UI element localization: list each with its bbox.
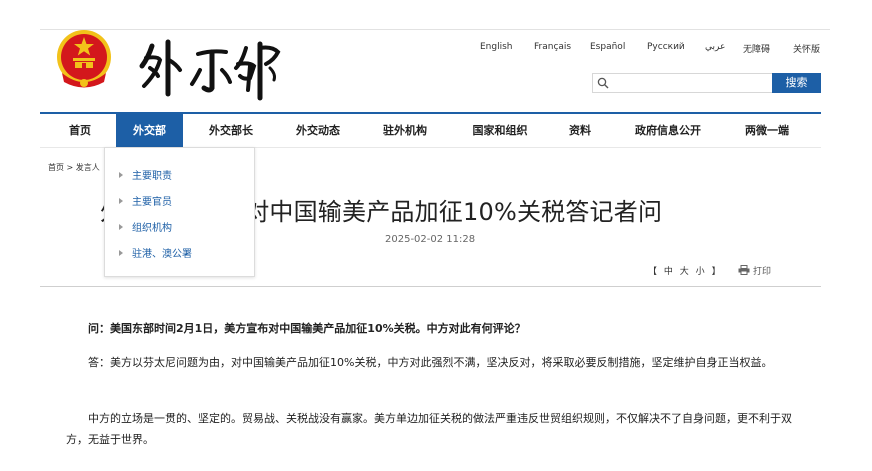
nav-item-ministry[interactable]: 外交部 bbox=[116, 114, 183, 147]
triangle-right-icon bbox=[119, 172, 123, 178]
font-size-medium-button[interactable]: 中 bbox=[664, 267, 673, 277]
nav-item-missions-abroad[interactable]: 驻外机构 bbox=[372, 114, 438, 147]
article-answer: 答：美方以芬太尼问题为由，对中国输美产品加征10%关税，中方对此强烈不满，坚决反… bbox=[88, 356, 773, 369]
breadcrumb-current-link[interactable]: 发言人 bbox=[76, 163, 100, 172]
nav-item-home[interactable]: 首页 bbox=[54, 114, 106, 147]
ministry-dropdown-menu: 主要职责 主要官员 组织机构 驻港、澳公署 bbox=[104, 147, 255, 277]
lang-french-link[interactable]: Français bbox=[534, 42, 571, 52]
lang-spanish-link[interactable]: Español bbox=[590, 42, 625, 52]
nav-item-diplomatic-news[interactable]: 外交动态 bbox=[285, 114, 351, 147]
font-size-small-button[interactable]: 小 bbox=[696, 267, 705, 277]
triangle-right-icon bbox=[119, 198, 123, 204]
search-button[interactable]: 搜索 bbox=[772, 73, 821, 93]
font-size-large-button[interactable]: 大 bbox=[680, 267, 689, 277]
breadcrumb-home-link[interactable]: 首页 bbox=[48, 163, 64, 172]
print-icon bbox=[738, 265, 750, 275]
article-question: 问：美国东部时间2月1日，美方宣布对中国输美产品加征10%关税。中方对此有何评论… bbox=[88, 322, 526, 335]
elderly-care-link[interactable]: 关怀版 bbox=[793, 42, 820, 55]
national-emblem-icon[interactable] bbox=[52, 27, 116, 91]
font-size-switcher: 【 中 大 小 】 bbox=[648, 264, 725, 277]
ministry-calligraphy-logo[interactable] bbox=[138, 38, 298, 102]
accessibility-link[interactable]: 无障碍 bbox=[743, 42, 770, 55]
dropdown-item-organization[interactable]: 组织机构 bbox=[119, 219, 172, 234]
article-paragraph: 中方的立场是一贯的、坚定的。贸易战、关税战没有赢家。美方单边加征关税的做法严重违… bbox=[66, 412, 792, 446]
nav-item-social-media[interactable]: 两微一端 bbox=[734, 114, 800, 147]
nav-item-countries-orgs[interactable]: 国家和组织 bbox=[462, 114, 538, 147]
lang-arabic-link[interactable]: عربي bbox=[705, 42, 725, 52]
print-button[interactable]: 打印 bbox=[738, 264, 771, 277]
search-icon bbox=[597, 77, 609, 89]
font-size-open-bracket: 【 bbox=[648, 267, 658, 277]
article-divider bbox=[40, 286, 821, 287]
search-box[interactable] bbox=[592, 73, 773, 93]
article-date: 2025-02-02 11:28 bbox=[385, 234, 476, 245]
triangle-right-icon bbox=[119, 250, 123, 256]
nav-item-minister[interactable]: 外交部长 bbox=[198, 114, 264, 147]
nav-item-materials[interactable]: 资料 bbox=[558, 114, 602, 147]
search-input[interactable] bbox=[611, 75, 769, 91]
triangle-right-icon bbox=[119, 224, 123, 230]
print-label: 打印 bbox=[753, 267, 772, 277]
dropdown-item-main-duties[interactable]: 主要职责 bbox=[119, 167, 172, 182]
lang-russian-link[interactable]: Русский bbox=[647, 42, 685, 52]
dropdown-item-main-officials[interactable]: 主要官员 bbox=[119, 193, 172, 208]
dropdown-item-hk-macao-offices[interactable]: 驻港、澳公署 bbox=[119, 245, 192, 260]
lang-english-link[interactable]: English bbox=[480, 42, 513, 52]
top-divider bbox=[40, 29, 830, 30]
breadcrumb: 首页 > 发言人 bbox=[48, 162, 100, 173]
nav-item-gov-info[interactable]: 政府信息公开 bbox=[625, 114, 711, 147]
breadcrumb-separator: > bbox=[66, 163, 74, 172]
font-size-close-bracket: 】 bbox=[711, 267, 721, 277]
